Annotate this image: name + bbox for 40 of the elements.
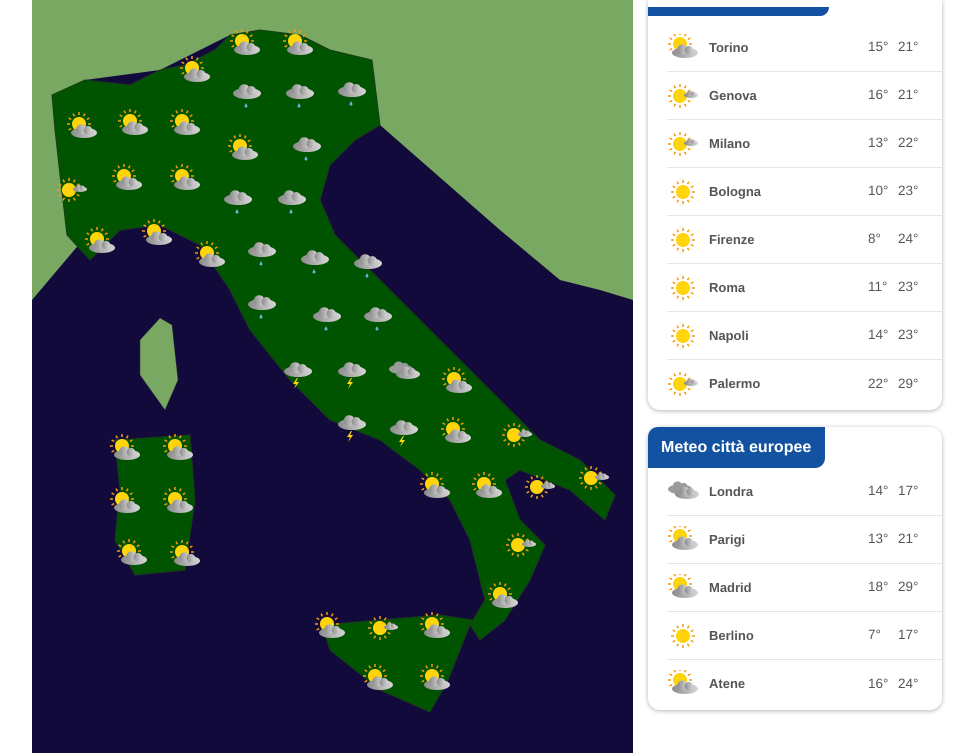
- max-temperature: 24°: [898, 674, 920, 693]
- min-temperature: 18°: [868, 578, 890, 596]
- max-temperature: 17°: [898, 482, 920, 500]
- city-name: Torino: [709, 38, 750, 57]
- city-name: Berlino: [709, 626, 755, 645]
- max-temperature: 23°: [898, 326, 920, 344]
- city-name: Palermo: [709, 375, 762, 394]
- max-temperature: 21°: [898, 530, 920, 548]
- max-temperature: 23°: [898, 278, 920, 296]
- min-temperature: 14°: [868, 482, 890, 500]
- min-temperature: 16°: [868, 86, 890, 104]
- min-temperature: 8°: [868, 230, 882, 248]
- city-name: Bologna: [709, 182, 762, 201]
- max-temperature: 23°: [898, 182, 920, 200]
- city-name: Genova: [709, 86, 758, 105]
- max-temperature: 21°: [898, 38, 920, 56]
- city-name: Roma: [709, 278, 746, 297]
- max-temperature: 29°: [898, 374, 920, 393]
- city-name: Firenze: [709, 230, 756, 249]
- min-temperature: 7°: [868, 626, 882, 644]
- min-temperature: 15°: [868, 38, 890, 56]
- min-temperature: 14°: [868, 326, 890, 344]
- min-temperature: 13°: [868, 134, 890, 152]
- max-temperature: 17°: [898, 626, 920, 644]
- min-temperature: 13°: [868, 530, 890, 548]
- min-temperature: 16°: [868, 674, 890, 693]
- min-temperature: 11°: [868, 278, 888, 296]
- min-temperature: 10°: [868, 182, 890, 200]
- max-temperature: 22°: [898, 134, 920, 152]
- city-name: Parigi: [709, 530, 746, 549]
- card-title: Meteo città europee: [648, 427, 826, 468]
- city-name: Londra: [709, 482, 754, 501]
- max-temperature: 24°: [898, 230, 920, 248]
- city-name: Napoli: [709, 326, 750, 345]
- city-name: Atene: [709, 675, 746, 694]
- max-temperature: 29°: [898, 578, 920, 596]
- city-name: Milano: [709, 134, 752, 153]
- min-temperature: 22°: [868, 374, 890, 393]
- max-temperature: 21°: [898, 86, 920, 104]
- city-name: Madrid: [709, 578, 753, 597]
